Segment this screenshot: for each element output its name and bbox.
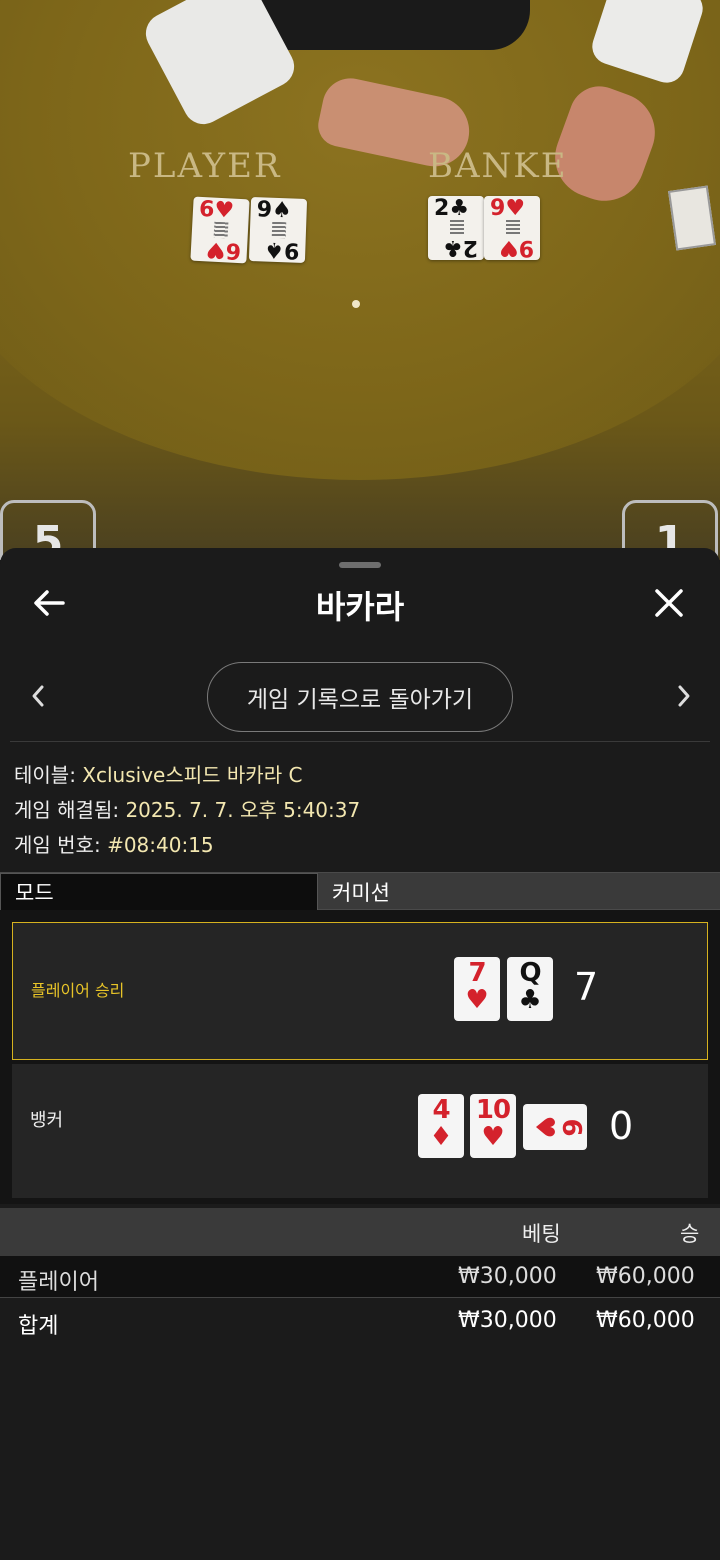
felt-player-card-2: 9♠ 9♠ xyxy=(248,197,308,263)
resolved-label: 게임 해결됨: xyxy=(14,798,126,822)
banker-total-score: 0 xyxy=(609,1104,634,1148)
player-result-row: 플레이어 승리 7 ♥ Q ♣ 7 xyxy=(12,922,708,1060)
banker-label: 뱅커 xyxy=(30,1110,64,1131)
divider xyxy=(10,741,710,742)
banker-card-1: 4 ♦ xyxy=(418,1094,464,1158)
game-number-label: 게임 번호: xyxy=(14,833,108,857)
close-icon xyxy=(655,589,683,617)
banker-card-2: 10 ♥ xyxy=(470,1094,516,1158)
resolved-value: 2025. 7. 7. 오후 5:40:37 xyxy=(125,798,361,822)
win-amount: ₩60,000 xyxy=(596,1264,695,1289)
commission-label: 커미션 xyxy=(332,881,390,905)
live-video-feed: PLAYER BANKE 6♥ 6♥ 9♠ 9♠ 2♣ 2♣ 9♥ 9♥ 5 1 xyxy=(0,0,720,560)
total-row: 합계 ₩30,000 ₩60,000 xyxy=(0,1300,720,1342)
sheet-title: 바카라 xyxy=(315,588,405,626)
table-value: Xclusive스피드 바카라 C xyxy=(82,763,303,787)
bet-table-header: 베팅 승 xyxy=(0,1208,720,1256)
previous-game-button[interactable] xyxy=(18,676,58,716)
result-section: 플레이어 승리 7 ♥ Q ♣ 7 뱅커 4 ♦ 10 ♥ 6 ♥ 0 xyxy=(0,910,720,1204)
felt-banker-card-1: 2♣ 2♣ xyxy=(428,196,484,260)
table-row: 플레이어 ₩30,000 ₩60,000 xyxy=(0,1256,720,1298)
game-detail-sheet: 바카라 게임 기록으로 돌아가기 테이블: Xclusive스피드 바카라 C … xyxy=(0,548,720,1560)
mode-bar: 모드 커미션 xyxy=(0,872,720,911)
chevron-right-icon xyxy=(678,685,690,707)
total-label: 합계 xyxy=(18,1314,59,1339)
table-marker xyxy=(352,300,360,308)
chevron-left-icon xyxy=(32,685,44,707)
bet-amount: ₩30,000 xyxy=(458,1264,557,1289)
bet-column-header: 베팅 xyxy=(522,1222,561,1246)
player-card-2: Q ♣ xyxy=(507,957,553,1021)
total-bet-amount: ₩30,000 xyxy=(458,1308,557,1333)
mode-label: 모드 xyxy=(0,873,318,911)
felt-player-label: PLAYER xyxy=(128,146,282,186)
baccarat-table-felt xyxy=(0,0,720,480)
table-label: 테이블: xyxy=(14,763,83,787)
close-button[interactable] xyxy=(644,578,694,628)
player-win-label: 플레이어 승리 xyxy=(31,981,125,1000)
sheet-drag-handle[interactable] xyxy=(339,562,381,568)
banker-result-row: 뱅커 4 ♦ 10 ♥ 6 ♥ 0 xyxy=(12,1064,708,1198)
bet-name: 플레이어 xyxy=(18,1270,99,1295)
table-info: 테이블: Xclusive스피드 바카라 C xyxy=(14,759,302,788)
back-to-history-button[interactable]: 게임 기록으로 돌아가기 xyxy=(207,662,513,732)
total-win-amount: ₩60,000 xyxy=(596,1308,695,1333)
card-shoe xyxy=(668,185,716,251)
felt-banker-label: BANKE xyxy=(428,146,568,186)
player-total-score: 7 xyxy=(574,965,599,1009)
win-column-header: 승 xyxy=(680,1222,700,1246)
game-number-info: 게임 번호: #08:40:15 xyxy=(14,829,214,858)
player-card-1: 7 ♥ xyxy=(454,957,500,1021)
game-number-value: #08:40:15 xyxy=(107,833,214,857)
felt-player-card-1: 6♥ 6♥ xyxy=(190,196,250,264)
resolved-info: 게임 해결됨: 2025. 7. 7. 오후 5:40:37 xyxy=(14,794,360,823)
felt-banker-card-2: 9♥ 9♥ xyxy=(484,196,540,260)
game-navigation: 게임 기록으로 돌아가기 xyxy=(0,662,720,732)
next-game-button[interactable] xyxy=(664,676,704,716)
banker-card-3-sideways: 6 ♥ xyxy=(523,1104,587,1150)
